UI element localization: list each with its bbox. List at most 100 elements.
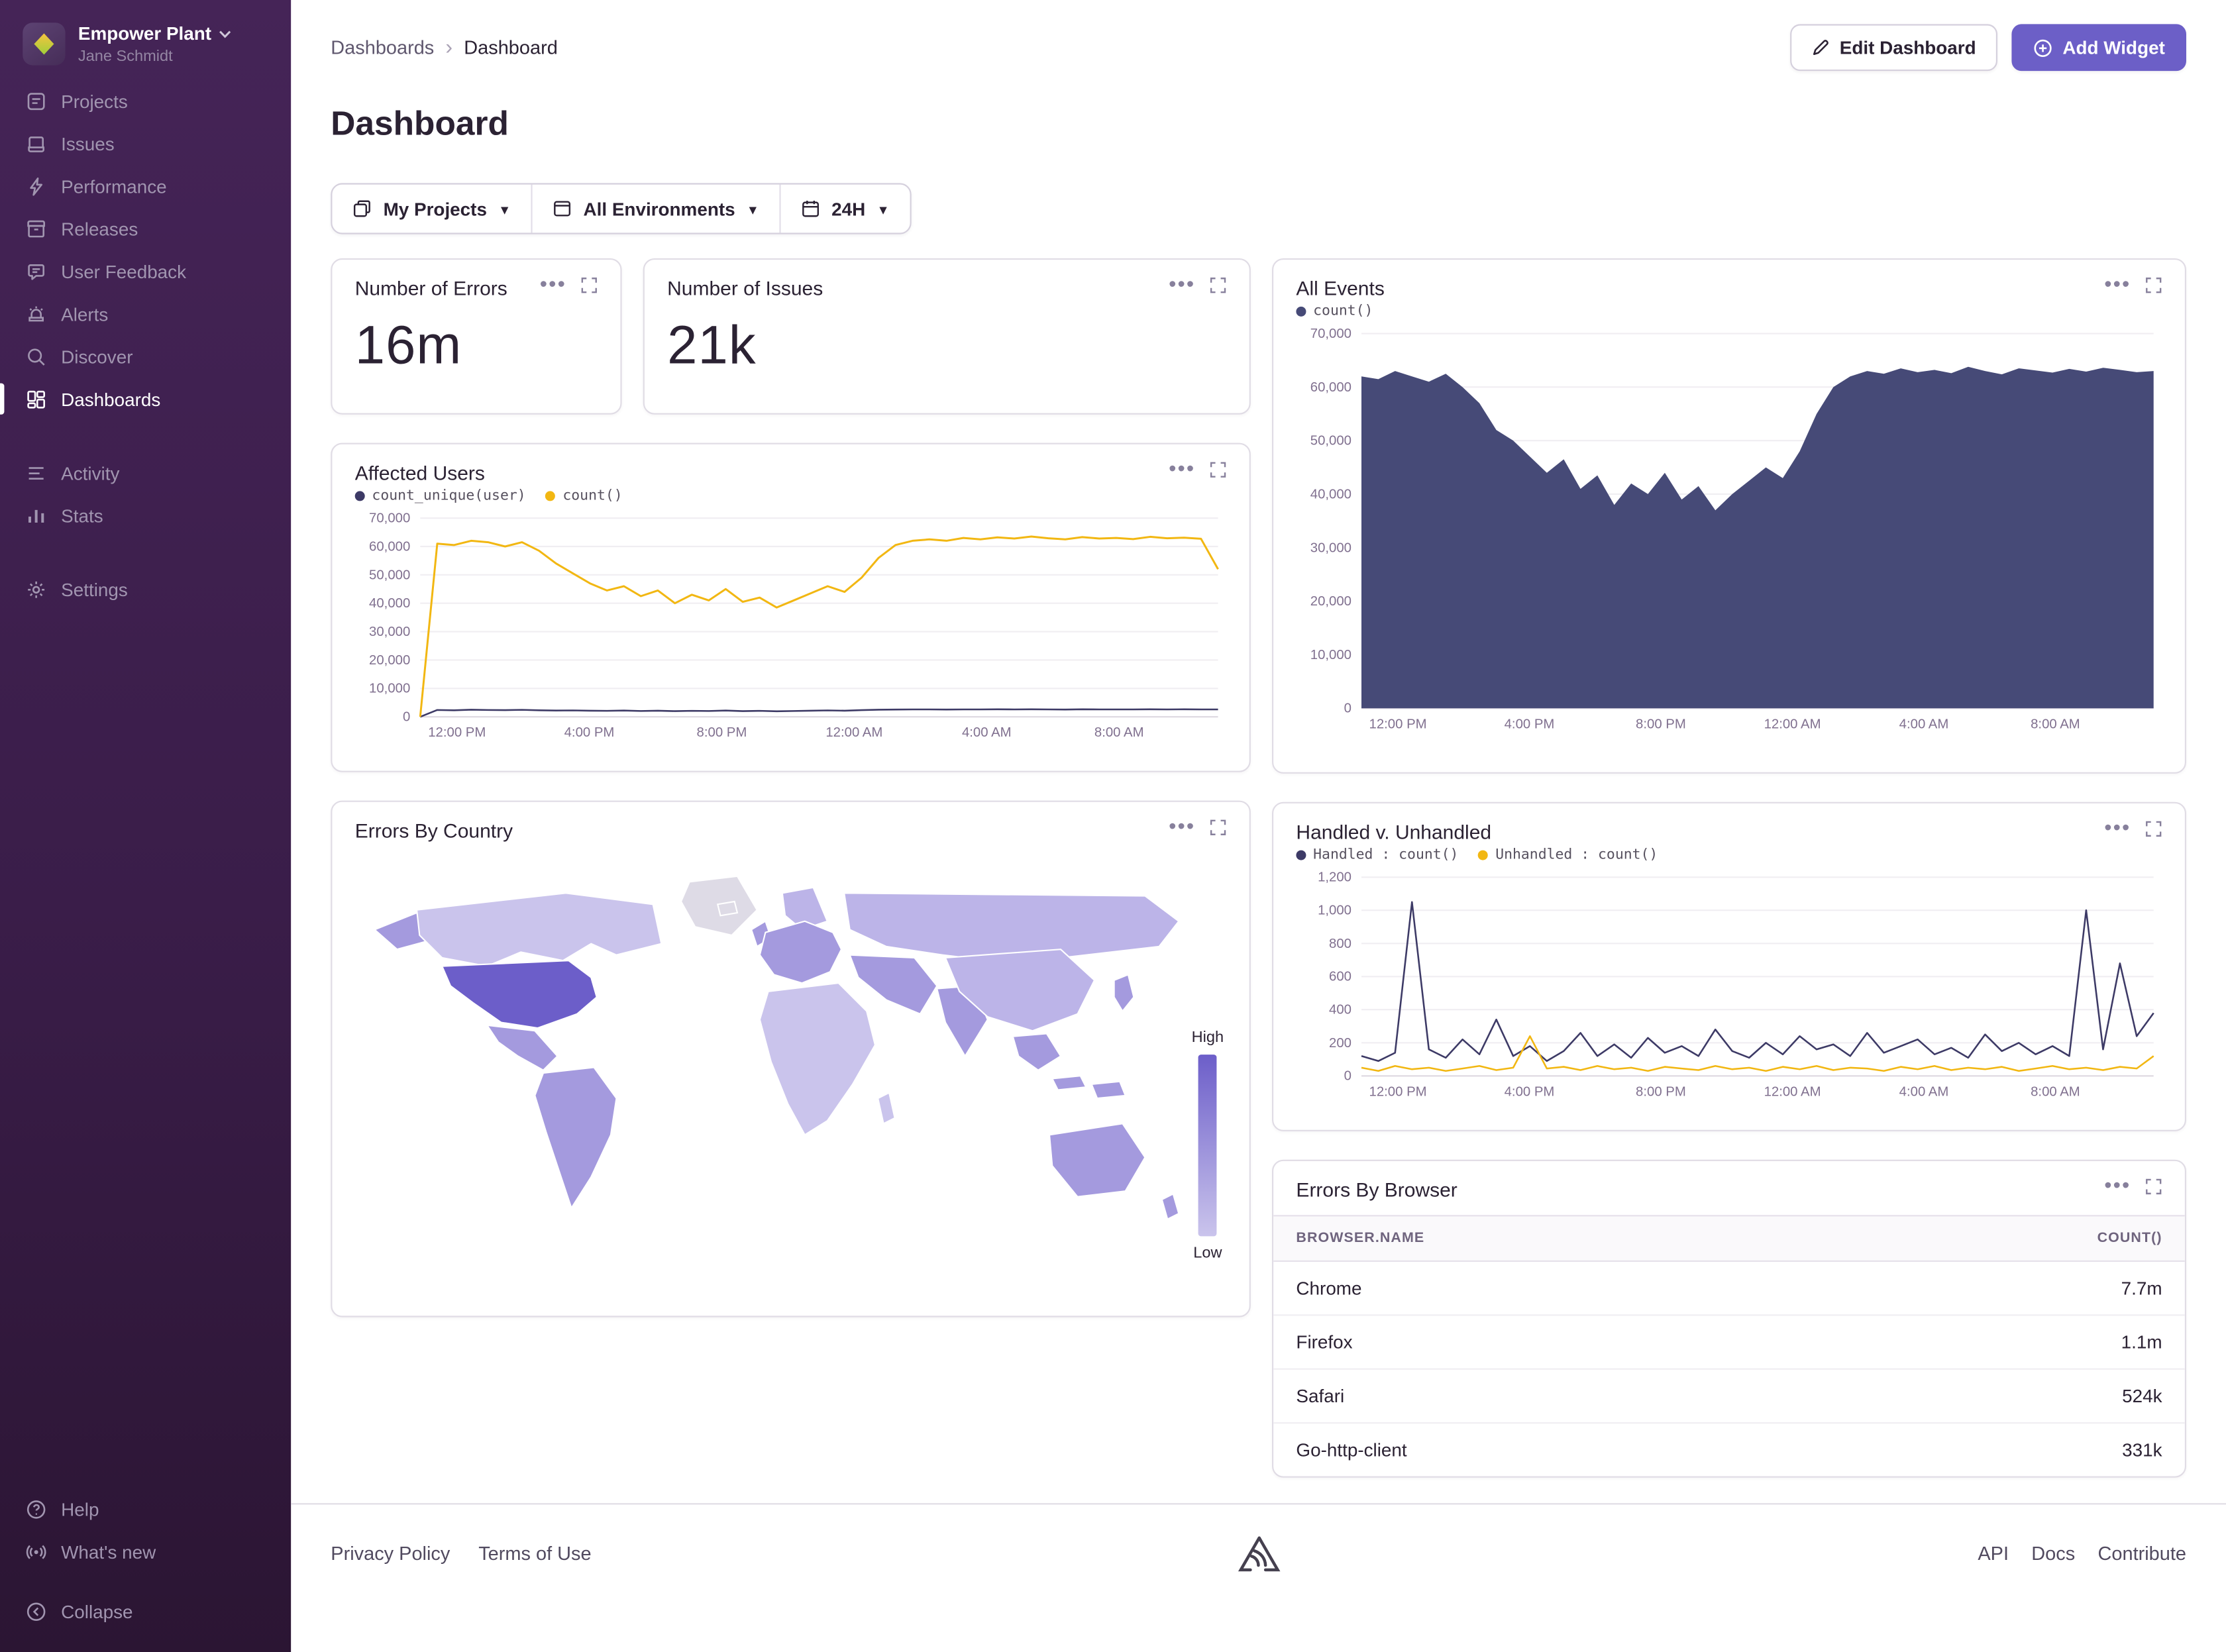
sidebar-item-releases[interactable]: Releases xyxy=(0,207,291,250)
expand-widget-button[interactable] xyxy=(1210,819,1227,836)
expand-widget-button[interactable] xyxy=(2145,277,2162,294)
breadcrumb-dashboards[interactable]: Dashboards xyxy=(331,37,434,58)
widget-title: Number of Errors xyxy=(355,277,507,299)
map-legend-low: Low xyxy=(1193,1245,1222,1262)
legend-dot xyxy=(355,491,365,501)
legend-dot xyxy=(1296,307,1306,317)
sidebar-item-user-feedback[interactable]: User Feedback xyxy=(0,250,291,292)
contribute-link[interactable]: Contribute xyxy=(2098,1543,2186,1564)
svg-text:4:00 PM: 4:00 PM xyxy=(564,725,615,740)
svg-text:60,000: 60,000 xyxy=(1310,380,1352,395)
sidebar-item-alerts[interactable]: Alerts xyxy=(0,292,291,335)
sidebar-item-issues[interactable]: Issues xyxy=(0,122,291,164)
time-range-filter[interactable]: 24H ▼ xyxy=(779,185,910,233)
widget-menu-button[interactable]: ••• xyxy=(2104,1180,2131,1194)
expand-widget-button[interactable] xyxy=(1210,461,1227,478)
svg-text:1,000: 1,000 xyxy=(1318,903,1352,918)
calendar-icon xyxy=(800,199,820,219)
widget-handled-unhandled: Handled v. Unhandled ••• Handled : count… xyxy=(1272,802,2186,1131)
environments-filter-icon xyxy=(552,199,572,219)
svg-text:60,000: 60,000 xyxy=(369,539,410,554)
sidebar-item-whats-new[interactable]: What's new xyxy=(0,1530,291,1573)
settings-nav: Settings xyxy=(0,568,291,610)
region-madagascar xyxy=(878,1093,894,1124)
sidebar-item-collapse[interactable]: Collapse xyxy=(0,1590,291,1632)
widget-number-of-issues: Number of Issues ••• 21k xyxy=(643,258,1251,415)
region-canada xyxy=(417,893,661,966)
chart-legend: count_unique(user) count() xyxy=(355,488,1227,504)
widget-title: Handled v. Unhandled xyxy=(1296,821,1491,843)
svg-text:4:00 PM: 4:00 PM xyxy=(1505,717,1555,731)
region-united-states xyxy=(442,960,596,1028)
widget-menu-button[interactable]: ••• xyxy=(1169,463,1195,477)
environments-filter[interactable]: All Environments ▼ xyxy=(531,185,779,233)
widget-menu-button[interactable]: ••• xyxy=(540,278,566,292)
expand-widget-button[interactable] xyxy=(2145,1178,2162,1196)
svg-text:1,200: 1,200 xyxy=(1318,870,1352,885)
performance-icon xyxy=(26,176,47,197)
docs-link[interactable]: Docs xyxy=(2031,1543,2075,1564)
region-mexico xyxy=(487,1025,557,1070)
add-widget-label: Add Widget xyxy=(2062,37,2164,58)
discover-icon xyxy=(26,346,47,367)
browser-name: Firefox xyxy=(1296,1331,1352,1353)
widget-title: Affected Users xyxy=(355,461,485,484)
sidebar-item-label: Dashboards xyxy=(61,388,160,409)
projects-filter-label: My Projects xyxy=(384,198,487,219)
widget-menu-button[interactable]: ••• xyxy=(2104,278,2131,292)
stats-icon xyxy=(26,505,47,526)
sidebar-item-help[interactable]: Help xyxy=(0,1488,291,1530)
svg-text:70,000: 70,000 xyxy=(1310,327,1352,341)
expand-widget-button[interactable] xyxy=(580,277,598,294)
filter-bar: My Projects ▼ All Environments ▼ 24H ▼ xyxy=(331,183,910,234)
widget-menu-button[interactable]: ••• xyxy=(1169,821,1195,835)
api-link[interactable]: API xyxy=(1978,1543,2009,1564)
browser-name: Go-http-client xyxy=(1296,1439,1406,1461)
region-south-america xyxy=(535,1067,616,1208)
sidebar-item-projects[interactable]: Projects xyxy=(0,79,291,122)
region-indonesia-east xyxy=(1092,1082,1126,1098)
table-row: Go-http-client 331k xyxy=(1273,1423,2185,1476)
org-logo-icon xyxy=(31,31,57,57)
terms-of-use-link[interactable]: Terms of Use xyxy=(478,1543,591,1564)
widget-menu-button[interactable]: ••• xyxy=(1169,278,1195,292)
plus-circle-icon xyxy=(2033,38,2052,58)
svg-text:30,000: 30,000 xyxy=(369,625,410,639)
org-logo xyxy=(23,23,65,65)
widget-menu-button[interactable]: ••• xyxy=(2104,822,2131,836)
sidebar-item-activity[interactable]: Activity xyxy=(0,451,291,493)
sidebar-item-label: Collapse xyxy=(61,1600,132,1622)
widget-all-events: All Events ••• count() 010,00020,00030,0… xyxy=(1272,258,2186,774)
svg-text:200: 200 xyxy=(1329,1036,1352,1051)
svg-text:8:00 PM: 8:00 PM xyxy=(697,725,747,740)
projects-icon xyxy=(26,90,47,111)
svg-text:4:00 AM: 4:00 AM xyxy=(962,725,1012,740)
widget-affected-users: Affected Users ••• count_unique(user) co… xyxy=(331,443,1251,772)
svg-text:0: 0 xyxy=(403,710,410,725)
region-europe xyxy=(760,921,841,983)
expand-widget-button[interactable] xyxy=(2145,821,2162,838)
region-iceland xyxy=(717,902,737,915)
projects-filter-icon xyxy=(352,199,372,219)
privacy-policy-link[interactable]: Privacy Policy xyxy=(331,1543,450,1564)
sentry-logo xyxy=(1236,1533,1281,1574)
svg-text:12:00 PM: 12:00 PM xyxy=(428,725,486,740)
sidebar-item-label: What's new xyxy=(61,1541,156,1562)
sidebar-item-performance[interactable]: Performance xyxy=(0,165,291,207)
sidebar-item-stats[interactable]: Stats xyxy=(0,494,291,537)
sidebar-item-dashboards[interactable]: Dashboards xyxy=(0,378,291,420)
projects-filter[interactable]: My Projects ▼ xyxy=(332,185,531,233)
table-row: Safari 524k xyxy=(1273,1370,2185,1423)
activity-icon xyxy=(26,462,47,484)
issues-icon xyxy=(26,132,47,154)
expand-widget-button[interactable] xyxy=(1210,277,1227,294)
sidebar-item-discover[interactable]: Discover xyxy=(0,335,291,378)
sidebar: Empower Plant Jane Schmidt Projects Issu… xyxy=(0,0,291,1652)
help-icon xyxy=(26,1498,47,1520)
add-widget-button[interactable]: Add Widget xyxy=(2011,24,2186,71)
chart-legend: count() xyxy=(1296,304,2162,320)
org-switcher[interactable]: Empower Plant Jane Schmidt xyxy=(0,20,291,79)
edit-dashboard-button[interactable]: Edit Dashboard xyxy=(1790,24,1997,71)
sidebar-item-settings[interactable]: Settings xyxy=(0,568,291,610)
sidebar-item-label: Settings xyxy=(61,578,128,599)
